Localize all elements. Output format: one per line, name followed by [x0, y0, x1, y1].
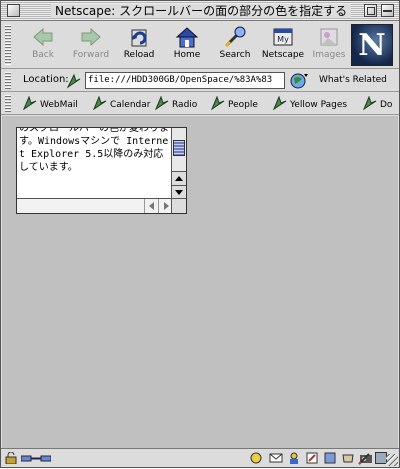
bookmark-icon	[363, 96, 377, 110]
bookmark-label: Calendar	[110, 100, 151, 110]
bookmark-icon	[155, 96, 169, 110]
bookmark-yellow-pages[interactable]: Yellow Pages	[273, 96, 347, 112]
zoom-box[interactable]	[364, 4, 377, 17]
security-lock-icon[interactable]	[5, 452, 17, 464]
my-netscape-button[interactable]: My Netscape	[261, 25, 305, 65]
textarea-text[interactable]: のスクロールバーの色が変わります。Windowsマシンで Internet Ex…	[19, 128, 171, 198]
location-grip[interactable]	[5, 72, 11, 90]
scroll-thumb[interactable]	[173, 140, 185, 156]
scrollbar-corner	[171, 198, 186, 213]
url-input[interactable]: file:///HDD300GB/OpenSpace/%83A%83	[85, 72, 285, 89]
status-text	[57, 452, 237, 465]
images-button[interactable]: Images	[309, 25, 349, 65]
instant-messenger-icon[interactable]	[287, 451, 301, 465]
bookmark-label: People	[228, 100, 258, 110]
forward-label: Forward	[72, 50, 110, 60]
home-label: Home	[173, 50, 201, 60]
my-netscape-icon: My	[273, 28, 293, 46]
search-label: Search	[219, 50, 251, 60]
page-content: のスクロールバーの色が変わります。Windowsマシンで Internet Ex…	[2, 116, 398, 448]
location-bar: Location: file:///HDD300GB/OpenSpace/%83…	[1, 70, 399, 92]
my-netscape-label: Netscape	[261, 50, 305, 60]
reload-button[interactable]: Reload	[117, 25, 161, 65]
back-label: Back	[32, 50, 54, 60]
bookmark-calendar[interactable]: Calendar	[93, 96, 150, 112]
home-button[interactable]: Home	[165, 25, 209, 65]
scroll-up-arrow-icon[interactable]	[172, 171, 186, 185]
resize-grip[interactable]	[386, 454, 398, 466]
title-bar[interactable]: Netscape: スクロールバーの面の部分の色を指定する	[1, 1, 399, 21]
bookmark-webmail[interactable]: WebMail	[23, 96, 78, 112]
textarea-content: のスクロールバーの色が変わります。Windowsマシンで Internet Ex…	[19, 128, 169, 173]
location-label: Location:	[23, 74, 69, 85]
bookmark-label: WebMail	[40, 100, 78, 110]
bookmark-people[interactable]: People	[211, 96, 258, 112]
bookmark-radio[interactable]: Radio	[155, 96, 197, 112]
scroll-right-arrow-icon[interactable]	[158, 199, 172, 213]
bookmark-label: Do	[380, 100, 393, 110]
connection-icon	[21, 455, 51, 462]
scroll-down-arrow-icon[interactable]	[172, 185, 186, 199]
sample-textarea[interactable]: のスクロールバーの色が変わります。Windowsマシンで Internet Ex…	[16, 127, 187, 214]
search-button[interactable]: Search	[213, 25, 257, 65]
composer-icon[interactable]	[305, 451, 319, 465]
whats-related-label[interactable]: What's Related	[319, 75, 387, 85]
images-label: Images	[312, 50, 346, 60]
page-proxy-icon[interactable]	[66, 73, 82, 89]
navigator-icon[interactable]	[249, 451, 263, 465]
bookmark-icon	[273, 96, 287, 110]
netscape-logo[interactable]: N	[351, 24, 393, 66]
shop-icon[interactable]	[341, 451, 355, 465]
images-icon	[320, 28, 338, 46]
address-book-icon[interactable]	[323, 451, 337, 465]
bookmark-label: Radio	[172, 100, 198, 110]
close-box[interactable]	[7, 4, 20, 17]
back-button[interactable]: Back	[21, 25, 65, 65]
home-icon	[175, 27, 199, 48]
mail-icon[interactable]	[269, 451, 283, 465]
status-bar	[1, 448, 399, 467]
svg-text:My: My	[277, 35, 289, 44]
pen-icon[interactable]	[357, 452, 371, 466]
personal-grip[interactable]	[5, 95, 11, 113]
browser-window: Netscape: スクロールバーの面の部分の色を指定する Back Forwa…	[0, 0, 400, 468]
forward-button[interactable]: Forward	[69, 25, 113, 65]
search-icon	[224, 26, 246, 48]
whats-related-icon[interactable]	[290, 72, 308, 90]
bookmark-do[interactable]: Do	[363, 96, 392, 112]
bookmark-icon	[93, 96, 107, 110]
back-arrow-icon	[33, 27, 53, 47]
vertical-scrollbar[interactable]	[171, 128, 186, 199]
personal-toolbar: WebMail Calendar Radio People Yellow Pag…	[1, 93, 399, 115]
reload-icon	[131, 29, 147, 47]
navigation-toolbar: Back Forward Reload Home Search My Netsc…	[1, 21, 399, 69]
window-title: Netscape: スクロールバーの面の部分の色を指定する	[51, 4, 352, 18]
forward-arrow-icon	[81, 27, 101, 47]
horizontal-scrollbar[interactable]	[17, 198, 172, 213]
toolbar-grip[interactable]	[5, 25, 11, 65]
scroll-left-arrow-icon[interactable]	[144, 199, 158, 213]
bookmark-icon	[23, 96, 37, 110]
bookmark-icon	[211, 96, 225, 110]
reload-label: Reload	[123, 50, 155, 60]
bookmark-label: Yellow Pages	[290, 100, 348, 110]
collapse-box[interactable]	[381, 4, 394, 17]
